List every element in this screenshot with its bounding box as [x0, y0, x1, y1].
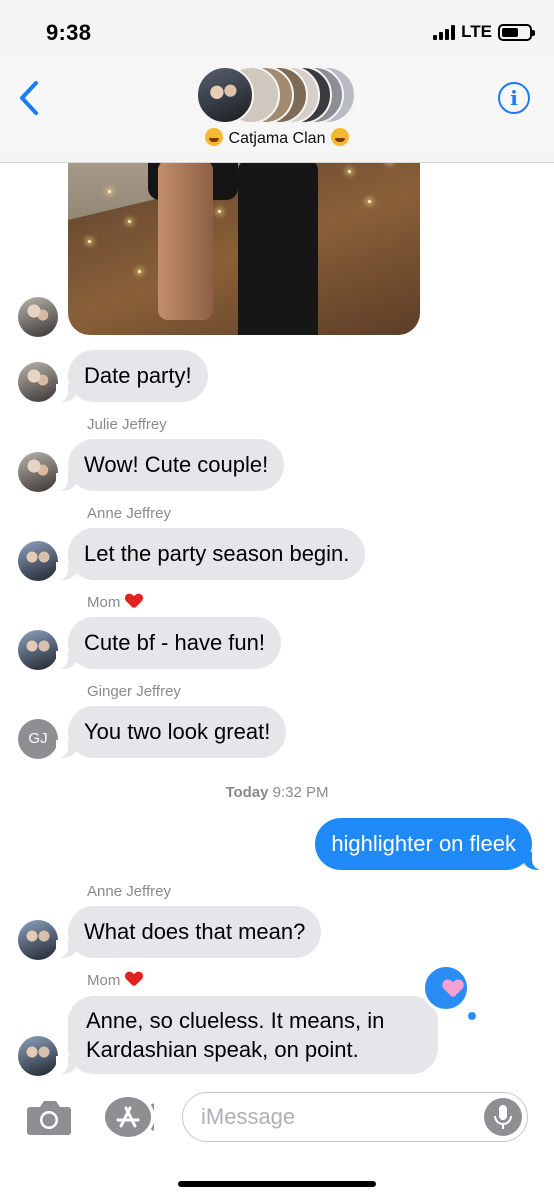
network-label: LTE [461, 22, 492, 41]
sender-name: Julie Jeffrey [87, 416, 167, 433]
message-bubble[interactable]: Cute bf - have fun! [56, 617, 281, 669]
message-bubble[interactable]: Anne, so clueless. It means, in Kardashi… [56, 996, 438, 1074]
avatar[interactable] [18, 297, 58, 337]
sender-name: Ginger Jeffrey [87, 683, 181, 700]
heart-emoji-icon [126, 594, 142, 608]
tapback-heart-icon[interactable] [422, 964, 470, 1012]
message-bubble[interactable]: You two look great! [55, 706, 287, 758]
conversation-timestamp: Today 9:32 PM [225, 784, 329, 801]
avatar[interactable] [18, 920, 58, 960]
sent-message-bubble[interactable]: highlighter on fleek [315, 818, 544, 870]
avatar[interactable] [18, 362, 58, 402]
camera-icon[interactable] [26, 1098, 72, 1136]
message-bubble[interactable]: Wow! Cute couple! [55, 439, 285, 491]
microphone-icon[interactable] [484, 1098, 522, 1136]
message-bubble[interactable]: What does that mean? [55, 906, 322, 958]
avatar[interactable] [18, 630, 58, 670]
sender-name: Anne Jeffrey [87, 883, 171, 900]
avatar[interactable] [18, 452, 58, 492]
battery-icon [498, 23, 535, 41]
status-time: 9:38 [46, 20, 92, 45]
imessage-input[interactable]: iMessage [182, 1092, 528, 1142]
avatar[interactable] [18, 1036, 58, 1076]
message-bubble[interactable]: Let the party season begin. [55, 528, 366, 580]
message-bubble[interactable]: Date party! [56, 350, 208, 402]
app-store-icon[interactable] [104, 1096, 154, 1138]
info-icon[interactable]: i [498, 82, 530, 114]
signal-icon [433, 24, 456, 40]
avatar[interactable] [18, 541, 58, 581]
sender-name: Mom [87, 972, 142, 989]
cat-emoji-icon [331, 128, 350, 146]
group-title[interactable]: Catjama Clan [0, 128, 554, 148]
sender-name: Anne Jeffrey [87, 505, 171, 522]
status-indicators: LTE [433, 22, 535, 42]
home-indicator[interactable] [178, 1181, 376, 1187]
group-avatar-stack[interactable] [196, 66, 356, 126]
conversation-header: 9:38 LTE Catjama Clan i [0, 0, 554, 163]
avatar-initials[interactable]: GJ [18, 719, 58, 759]
cat-emoji-icon [204, 128, 223, 146]
tapback-tail [468, 1012, 476, 1020]
sender-name: Mom [87, 594, 142, 611]
back-chevron-icon[interactable] [18, 80, 40, 116]
heart-emoji-icon [126, 972, 142, 986]
